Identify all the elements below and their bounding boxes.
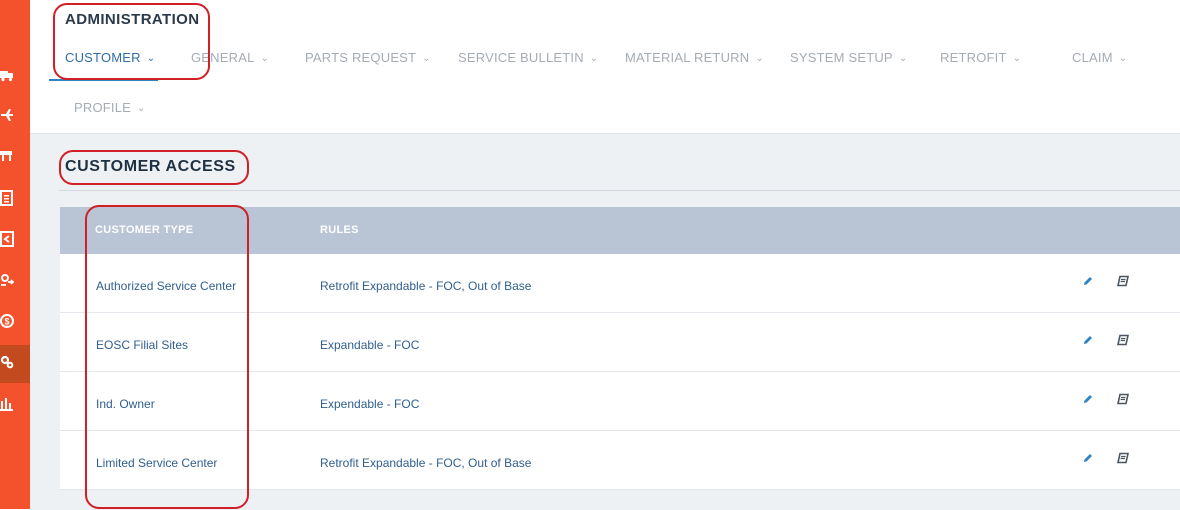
nav-label: PARTS REQUEST [305, 50, 417, 65]
dollar-icon: $ [0, 313, 14, 334]
active-tab-indicator [49, 79, 158, 81]
nav-label: SYSTEM SETUP [790, 50, 893, 65]
nav-retrofit[interactable]: RETROFIT ⌄ [940, 50, 1021, 65]
book-icon [1117, 451, 1129, 469]
book-icon [1117, 274, 1129, 292]
nav-label: MATERIAL RETURN [625, 50, 750, 65]
view-rules-button[interactable] [1114, 451, 1132, 469]
sidebar: $ [0, 0, 30, 509]
sidebar-item-parts[interactable] [0, 139, 30, 177]
sidebar-item-return[interactable] [0, 222, 30, 260]
sidebar-item-administration[interactable] [0, 345, 30, 383]
nav-customer[interactable]: CUSTOMER ⌄ [65, 50, 155, 65]
return-icon [0, 230, 14, 252]
chevron-down-icon: ⌄ [589, 53, 599, 64]
pencil-icon [1082, 274, 1094, 292]
nav-service-bulletin[interactable]: SERVICE BULLETIN ⌄ [458, 50, 598, 65]
edit-button[interactable] [1079, 333, 1097, 351]
cart-icon [0, 149, 14, 168]
nav-label: SERVICE BULLETIN [458, 50, 584, 65]
header: ADMINISTRATION CUSTOMER ⌄ GENERAL ⌄ PARTS … [30, 0, 1180, 133]
page-title: ADMINISTRATION [65, 11, 200, 28]
truck-icon [0, 68, 14, 87]
nav-label: CUSTOMER [65, 50, 141, 65]
nav-general[interactable]: GENERAL ⌄ [191, 50, 269, 65]
section-title: CUSTOMER ACCESS [65, 158, 236, 175]
sidebar-item-retrofit[interactable] [0, 263, 30, 301]
table-header: CUSTOMER TYPE RULES [60, 207, 1180, 254]
table-row: EOSC Filial Sites Expandable - FOC [60, 313, 1180, 372]
view-rules-button[interactable] [1114, 333, 1132, 351]
edit-button[interactable] [1079, 274, 1097, 292]
sidebar-item-reports[interactable] [0, 387, 30, 425]
edit-button[interactable] [1079, 451, 1097, 469]
customer-access-table: CUSTOMER TYPE RULES Authorized Service C… [60, 207, 1180, 490]
sidebar-item-claim[interactable]: $ [0, 304, 30, 342]
pencil-icon [1082, 333, 1094, 351]
nav-label: GENERAL [191, 50, 255, 65]
plane-icon [0, 108, 14, 127]
nav-label: PROFILE [74, 100, 132, 115]
divider [59, 190, 1180, 191]
nav-system-setup[interactable]: SYSTEM SETUP ⌄ [790, 50, 907, 65]
column-header-customer-type: CUSTOMER TYPE [95, 224, 194, 236]
sidebar-item-delivery[interactable] [0, 58, 30, 96]
table-row: Ind. Owner Expendable - FOC [60, 372, 1180, 431]
customer-type-cell: Limited Service Center [96, 456, 218, 470]
chevron-down-icon: ⌄ [1118, 53, 1128, 64]
sidebar-item-bulletin[interactable] [0, 181, 30, 219]
book-icon [1117, 392, 1129, 410]
pencil-icon [1082, 392, 1094, 410]
sidebar-item-aircraft[interactable] [0, 98, 30, 136]
table-row: Authorized Service Center Retrofit Expan… [60, 254, 1180, 313]
chevron-down-icon: ⌄ [260, 53, 270, 64]
nav-parts-request[interactable]: PARTS REQUEST ⌄ [305, 50, 431, 65]
customer-type-cell: EOSC Filial Sites [96, 338, 189, 352]
chevron-down-icon: ⌄ [1012, 53, 1022, 64]
retrofit-icon [0, 273, 15, 292]
column-header-rules: RULES [320, 224, 359, 236]
nav-label: RETROFIT [940, 50, 1007, 65]
table-row: Limited Service Center Retrofit Expandab… [60, 431, 1180, 490]
nav-label: CLAIM [1072, 50, 1113, 65]
pencil-icon [1082, 451, 1094, 469]
rules-cell: Expendable - FOC [320, 397, 420, 411]
edit-button[interactable] [1079, 392, 1097, 410]
rules-cell: Retrofit Expandable - FOC, Out of Base [320, 456, 532, 470]
chevron-down-icon: ⌄ [137, 103, 146, 114]
document-icon [0, 189, 14, 211]
bar-chart-icon [0, 397, 14, 416]
chevron-down-icon: ⌄ [422, 53, 431, 64]
chevron-down-icon: ⌄ [755, 53, 764, 64]
chevron-down-icon: ⌄ [898, 53, 908, 64]
rules-cell: Expandable - FOC [320, 338, 420, 352]
customer-type-cell: Authorized Service Center [96, 279, 237, 293]
nav-claim[interactable]: CLAIM ⌄ [1072, 50, 1127, 65]
rules-cell: Retrofit Expandable - FOC, Out of Base [320, 279, 532, 293]
svg-text:$: $ [4, 316, 9, 326]
main-content: CUSTOMER ACCESS CUSTOMER TYPE RULES Auth… [30, 133, 1180, 510]
customer-type-cell: Ind. Owner [96, 397, 155, 411]
chevron-down-icon: ⌄ [146, 53, 156, 64]
view-rules-button[interactable] [1114, 392, 1132, 410]
nav-profile[interactable]: PROFILE ⌄ [74, 100, 146, 115]
view-rules-button[interactable] [1114, 274, 1132, 292]
book-icon [1117, 333, 1129, 351]
nav-material-return[interactable]: MATERIAL RETURN ⌄ [625, 50, 764, 65]
gears-icon [0, 355, 14, 374]
